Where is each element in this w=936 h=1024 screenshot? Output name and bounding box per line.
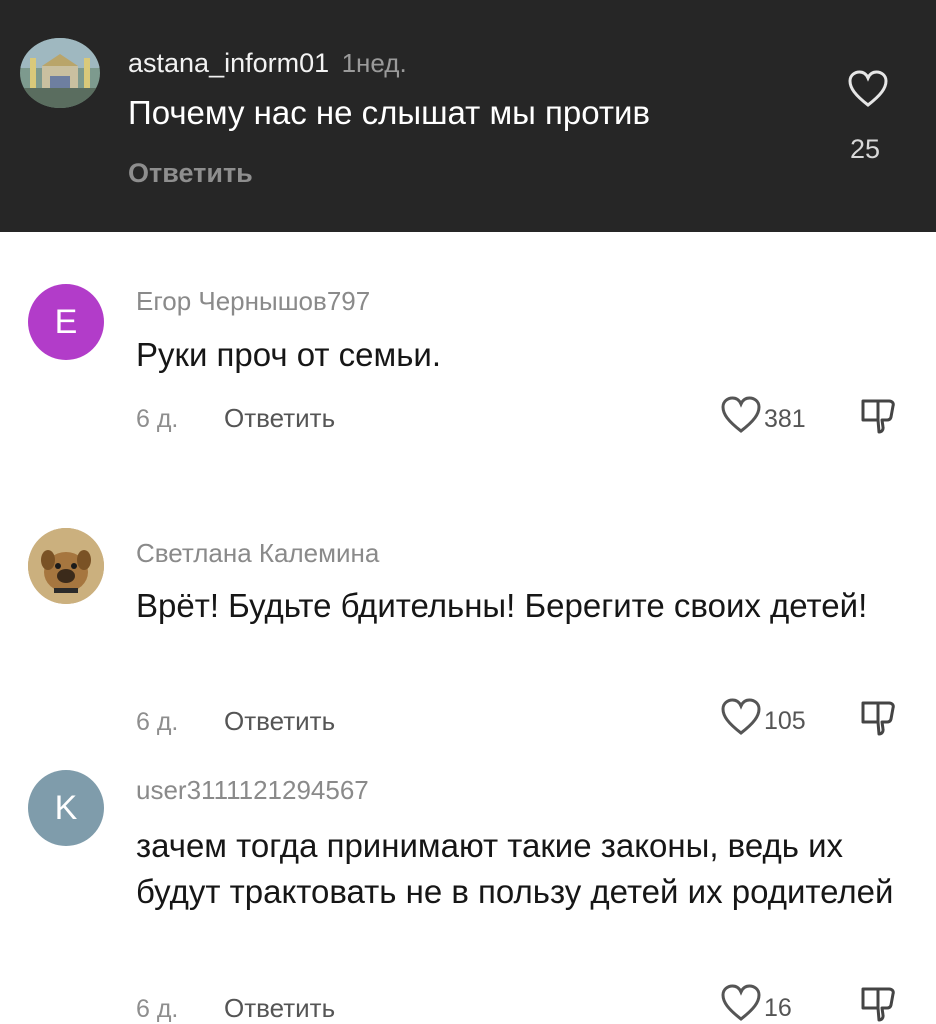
featured-comment: astana_inform01 1нед. Почему нас не слыш… (0, 0, 936, 232)
like-count: 16 (764, 994, 792, 1022)
like-count: 25 (850, 134, 881, 164)
dog-photo-avatar-icon (28, 528, 104, 604)
heart-outline-icon[interactable] (720, 396, 762, 434)
avatar-letter: Е (54, 303, 78, 341)
reply-button[interactable]: Ответить (224, 993, 335, 1024)
reply-button[interactable]: Ответить (128, 158, 253, 189)
comment-username[interactable]: user3111121294567 (136, 775, 369, 806)
heart-outline-icon[interactable] (720, 984, 762, 1022)
comment-text: Врёт! Будьте бдительны! Берегите своих д… (136, 587, 868, 624)
comment-time: 6 д. (136, 995, 179, 1023)
comment-username[interactable]: astana_inform01 (128, 48, 329, 78)
thumbs-down-icon[interactable] (858, 396, 898, 436)
comment-text: Руки проч от семьи. (136, 336, 442, 373)
avatar-letter: K (54, 789, 78, 827)
comment-username[interactable]: Светлана Калемина (136, 538, 379, 569)
like-count: 105 (764, 707, 806, 735)
reply-button[interactable]: Ответить (224, 706, 335, 737)
thumbs-down-icon[interactable] (858, 984, 898, 1024)
comment-time: 6 д. (136, 405, 179, 433)
comment-text: зачем тогда принимают такие законы, ведь… (136, 827, 894, 910)
heart-outline-icon[interactable] (847, 70, 889, 108)
avatar[interactable] (20, 38, 100, 108)
comment-time: 6 д. (136, 708, 179, 736)
avatar[interactable]: K (28, 770, 104, 846)
avatar[interactable] (28, 528, 104, 604)
comment-time: 1нед. (341, 48, 407, 78)
comment-username[interactable]: Егор Чернышов797 (136, 286, 370, 317)
like-count: 381 (764, 405, 806, 433)
comment-text: Почему нас не слышат мы против (128, 94, 650, 131)
thumbs-down-icon[interactable] (858, 698, 898, 738)
reply-button[interactable]: Ответить (224, 403, 335, 434)
avatar[interactable]: Е (28, 284, 104, 360)
building-photo-avatar-icon (20, 38, 100, 108)
heart-outline-icon[interactable] (720, 698, 762, 736)
